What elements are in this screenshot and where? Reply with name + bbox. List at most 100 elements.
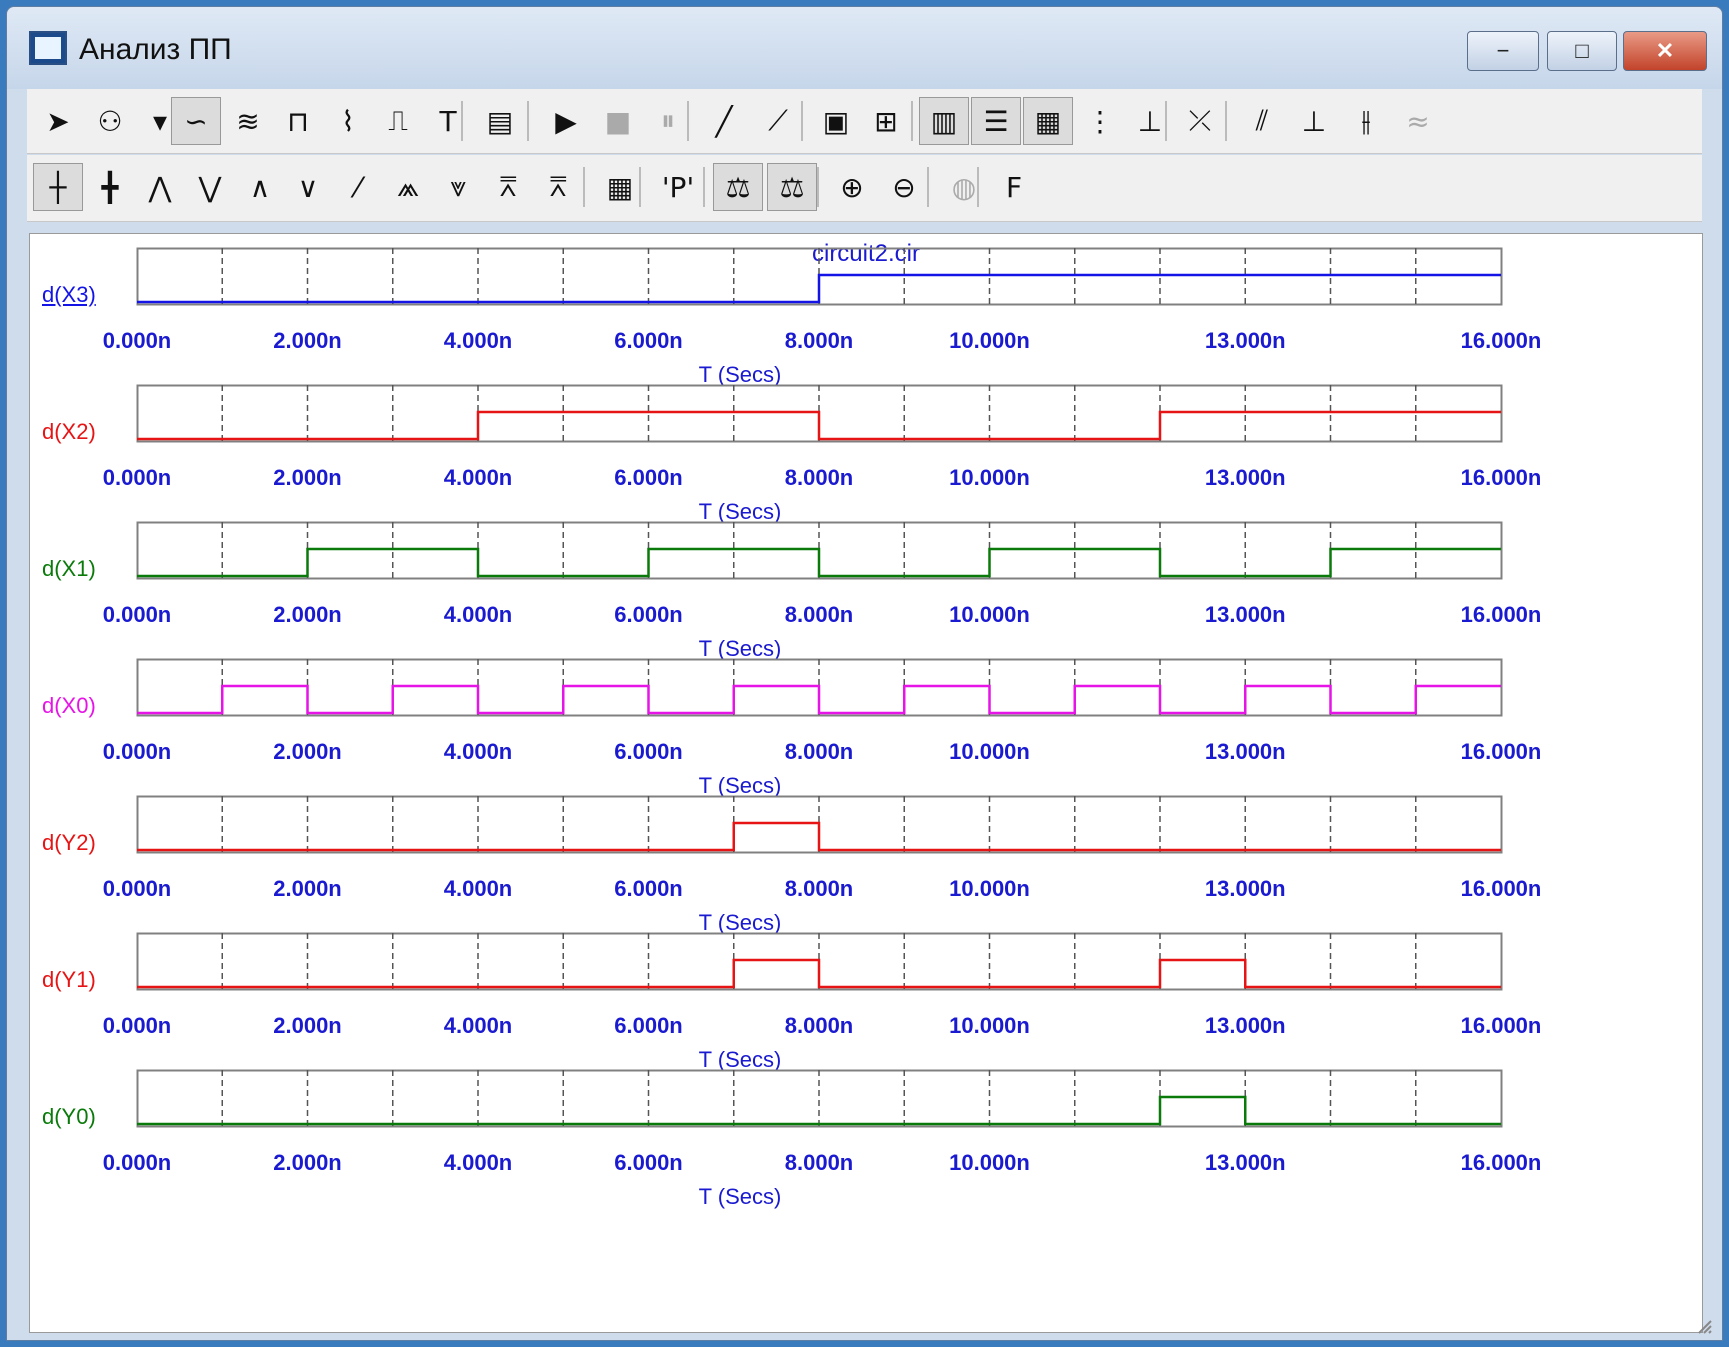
step-icon[interactable]: ⎍	[373, 97, 423, 145]
waveform-plot[interactable]	[136, 932, 1503, 993]
resize-grip-icon[interactable]	[1694, 1316, 1712, 1334]
stop-icon[interactable]: ■	[593, 97, 643, 145]
title-bar[interactable]: Анализ ПП − □ ✕	[7, 7, 1722, 89]
globe-icon[interactable]: ◍	[939, 163, 989, 211]
grid-dots-icon[interactable]: ⊞	[861, 97, 911, 145]
line-icon[interactable]: ╱	[699, 97, 749, 145]
zoom-out-icon[interactable]: ⊖	[879, 163, 929, 211]
toolbar-separator	[583, 167, 585, 207]
minimize-button[interactable]: −	[1467, 31, 1539, 71]
baseline-icon[interactable]: ⊥	[1125, 97, 1175, 145]
y-scale-icon[interactable]: ⚖	[767, 163, 817, 211]
trace-label[interactable]: d(X1)	[42, 556, 96, 582]
cursor-crosshair-icon[interactable]: ┼	[33, 163, 83, 211]
x-tick-label: 2.000n	[273, 739, 342, 764]
tangent-icon[interactable]: ⤫	[1175, 97, 1225, 145]
trace-label[interactable]: d(X3)	[42, 282, 96, 308]
x-tick-label: 0.000n	[102, 876, 172, 901]
x-tick-label: 0.000n	[102, 465, 172, 490]
trace-panel: d(X1) 0.000n 2.000n 4.000n 6.000n 8.000n 10.00…	[30, 521, 1704, 672]
select-arrow-icon[interactable]: ➤	[33, 97, 83, 145]
x-tick-label: 8.000n	[784, 602, 854, 627]
x-tick-label: 4.000n	[443, 1150, 513, 1175]
x-tick-label: 2.000n	[273, 1013, 342, 1038]
trace-label[interactable]: d(Y2)	[42, 830, 96, 856]
add-trace-icon[interactable]: ⚇	[85, 97, 135, 145]
minor-grid-icon[interactable]: ▦	[1023, 97, 1073, 145]
x-tick-label: 13.000n	[1204, 602, 1286, 627]
local-min-icon[interactable]: ⩔	[433, 163, 483, 211]
bus-icon[interactable]: ⊓	[273, 97, 323, 145]
slope-icon[interactable]: ⁄	[333, 163, 383, 211]
x-tick-label: 10.000n	[949, 739, 1030, 764]
x-tick-label: 4.000n	[443, 328, 513, 353]
x-tick-label: 4.000n	[443, 465, 513, 490]
cursor-left-icon[interactable]: ⫽	[1237, 97, 1287, 145]
x-tick-label: 10.000n	[949, 1013, 1030, 1038]
x-axis-label: T (Secs)	[698, 1184, 782, 1209]
global-high-icon[interactable]: ⩞	[483, 163, 533, 211]
cursor-point-icon[interactable]: ╋	[85, 163, 135, 211]
polyline-icon[interactable]: ⟋	[753, 97, 803, 145]
waveform-plot[interactable]	[136, 795, 1503, 856]
toolbar-separator	[1165, 101, 1167, 141]
trace-label[interactable]: d(X2)	[42, 419, 96, 445]
font-icon[interactable]: F	[989, 163, 1039, 211]
x-tick-label: 13.000n	[1204, 465, 1286, 490]
main-toolbar: ➤ ⚇ ▾ ∽ ≋ ⊓ ⌇ ⎍ T ▤ ▶ ■ ⏸ ╱ ⟋ ▣ ⊞ ▥ ☰ ▦ ⋮ ⊥ ⤫ ⫽ ⊥ ⫲ ≈	[27, 89, 1702, 154]
x-tick-label: 6.000n	[614, 876, 683, 901]
toolbar-separator	[977, 167, 979, 207]
global-low-icon[interactable]: ⩞	[533, 163, 583, 211]
analysis-window: Анализ ПП − □ ✕ ➤ ⚇ ▾ ∽ ≋ ⊓ ⌇ ⎍ T ▤ ▶ ■ ⏸ ╱ ⟋ ▣ ⊞ ▥ ☰ ▦ ⋮ ⊥ ⤫ ⫽…	[6, 6, 1723, 1341]
x-tick-label: 6.000n	[614, 739, 683, 764]
waveform-plot[interactable]	[136, 1069, 1503, 1130]
low-icon[interactable]: ∨	[283, 163, 333, 211]
x-tick-label: 10.000n	[949, 1150, 1030, 1175]
x-tick-label: 13.000n	[1204, 1013, 1286, 1038]
maximize-button[interactable]: □	[1547, 31, 1617, 71]
zoom-in-icon[interactable]: ⊕	[827, 163, 877, 211]
waveform-icon[interactable]: ≋	[223, 97, 273, 145]
trace-label[interactable]: d(Y1)	[42, 967, 96, 993]
run-icon[interactable]: ▶	[541, 97, 591, 145]
cursor-both-icon[interactable]: ⫲	[1341, 97, 1391, 145]
horizontal-grid-icon[interactable]: ☰	[971, 97, 1021, 145]
plot-area[interactable]: circuit2.cir d(X3) 0.000n 2.000n 4.000n 6.00…	[29, 233, 1703, 1333]
high-icon[interactable]: ∧	[235, 163, 285, 211]
toolbar-separator	[639, 167, 641, 207]
waveform-plot[interactable]	[136, 658, 1503, 719]
properties-icon[interactable]: ▤	[475, 97, 525, 145]
cursor-right-icon[interactable]: ⊥	[1289, 97, 1339, 145]
x-tick-label: 2.000n	[273, 602, 342, 627]
x-tick-label: 16.000n	[1460, 739, 1542, 764]
waveform-trace	[137, 273, 1501, 304]
waveform-plot[interactable]	[136, 247, 1503, 308]
probe-icon[interactable]: ⌇	[323, 97, 373, 145]
x-scale-icon[interactable]: ⚖	[713, 163, 763, 211]
x-tick-label: 16.000n	[1460, 602, 1542, 627]
peak-icon[interactable]: ⋀	[135, 163, 185, 211]
x-tick-label: 2.000n	[273, 465, 342, 490]
trace-label[interactable]: d(Y0)	[42, 1104, 96, 1130]
x-tick-label: 13.000n	[1204, 876, 1286, 901]
table-icon[interactable]: ▦	[595, 163, 645, 211]
pause-icon[interactable]: ⏸	[643, 97, 693, 145]
cursor-tag-icon[interactable]: ≈	[1393, 97, 1443, 145]
x-tick-label: 0.000n	[102, 602, 172, 627]
point-mark-icon[interactable]: 'P'	[653, 163, 703, 211]
valley-icon[interactable]: ⋁	[185, 163, 235, 211]
curve-icon[interactable]: ∽	[171, 97, 221, 145]
x-tick-label: 10.000n	[949, 876, 1030, 901]
dotted-grid-icon[interactable]: ⋮	[1075, 97, 1125, 145]
toolbar-separator	[817, 167, 819, 207]
vertical-grid-icon[interactable]: ▥	[919, 97, 969, 145]
trace-label[interactable]: d(X0)	[42, 693, 96, 719]
frame-icon[interactable]: ▣	[811, 97, 861, 145]
waveform-plot[interactable]	[136, 384, 1503, 445]
x-tick-label: 8.000n	[784, 1150, 854, 1175]
local-max-icon[interactable]: ⩕	[383, 163, 433, 211]
x-tick-label: 0.000n	[102, 739, 172, 764]
close-button[interactable]: ✕	[1623, 31, 1707, 71]
text-icon[interactable]: T	[423, 97, 473, 145]
waveform-plot[interactable]	[136, 521, 1503, 582]
